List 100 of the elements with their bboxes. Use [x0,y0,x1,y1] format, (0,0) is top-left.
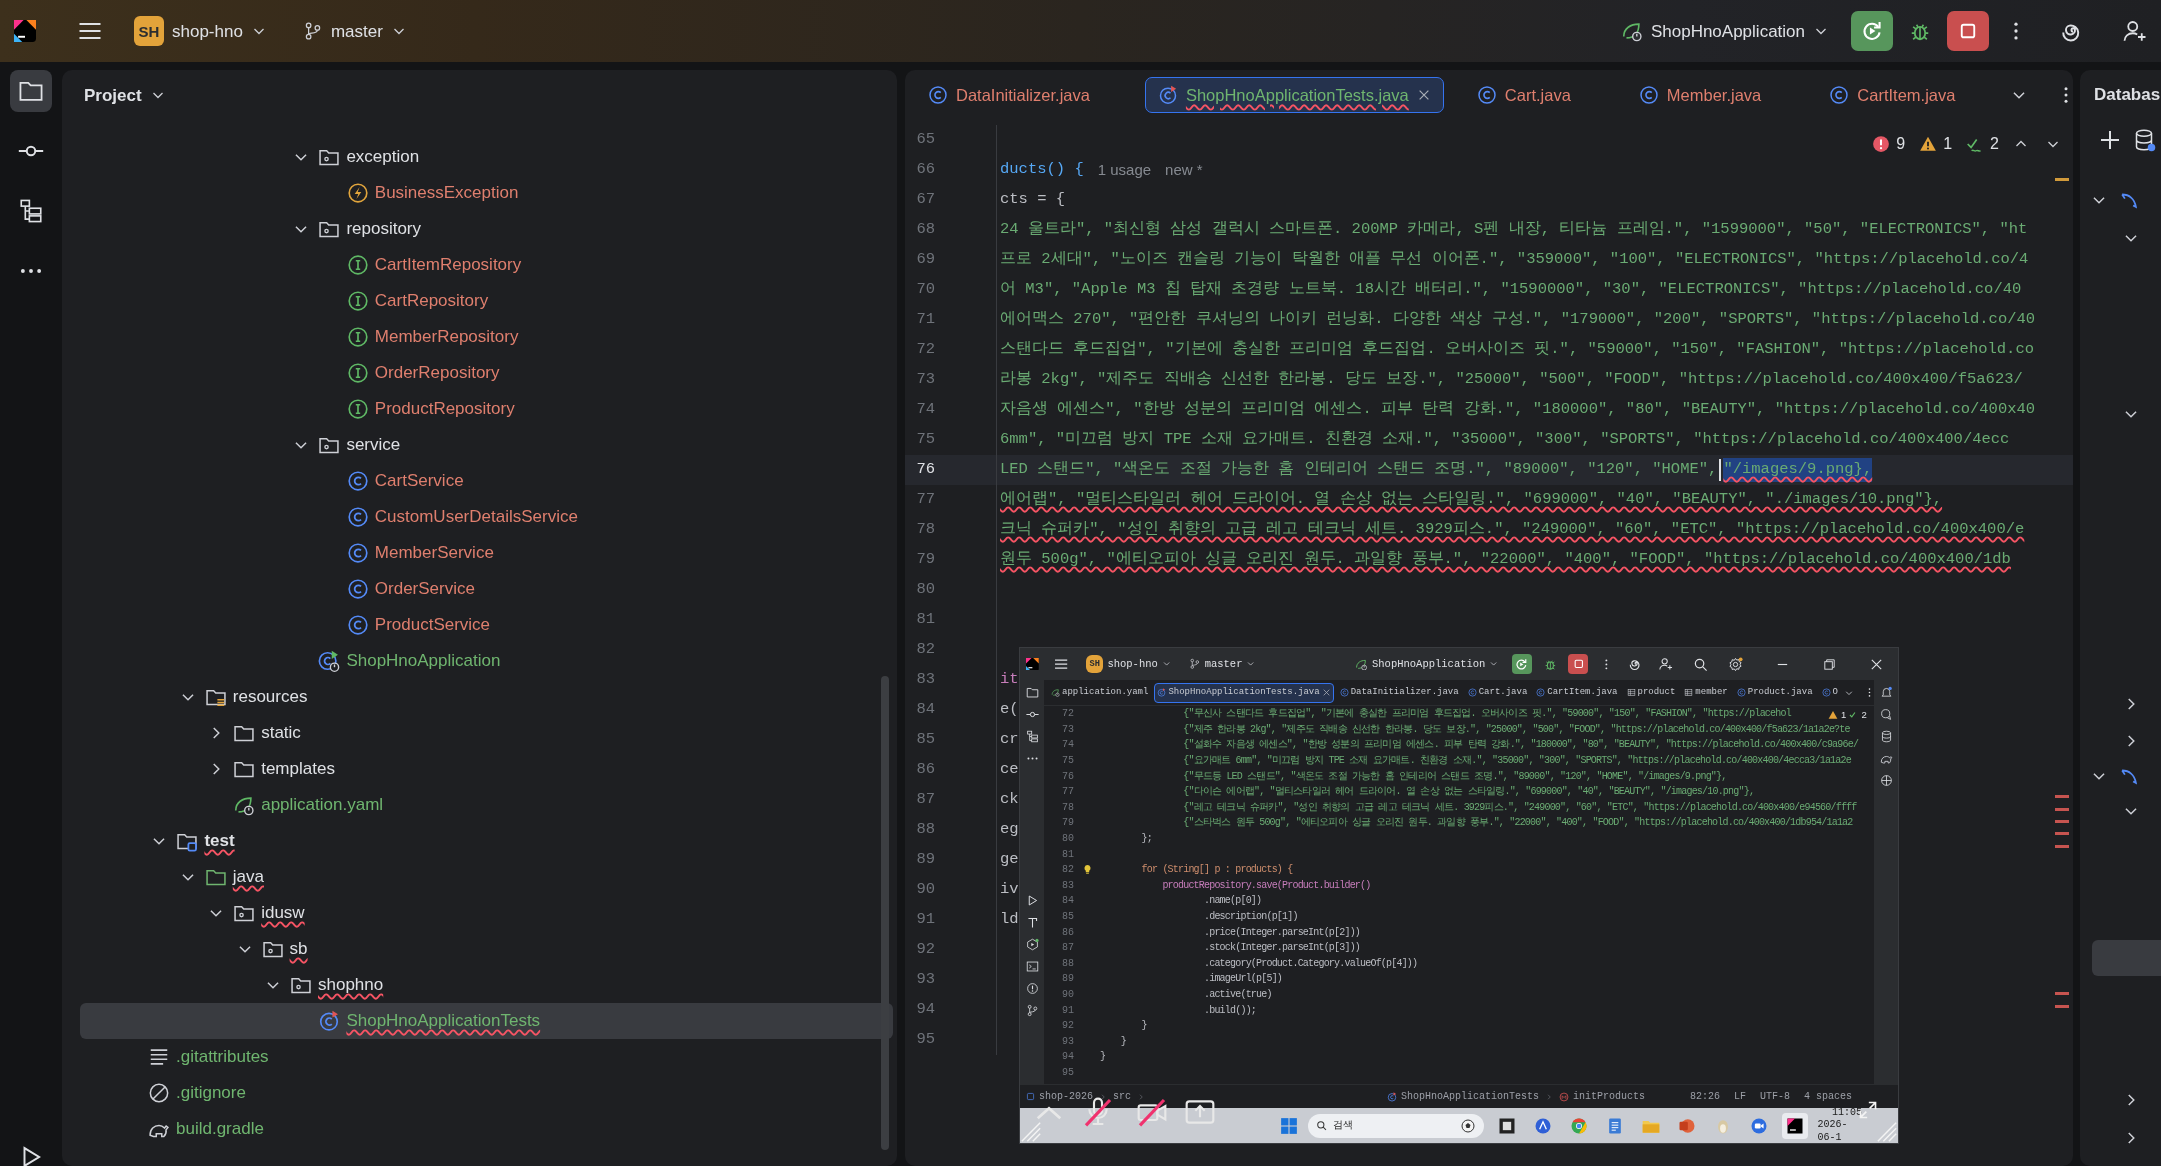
breadcrumb-item[interactable]: src [1113,1089,1132,1104]
terminal-icon[interactable] [1025,960,1039,973]
run-configuration-selector[interactable]: ShopHnoApplication [1612,16,1837,46]
breadcrumb-item[interactable]: shop-2026 [1039,1089,1093,1104]
run-configuration-selector[interactable]: ShopHnoApplication [1352,655,1502,673]
tree-item[interactable]: templates [80,751,893,787]
rerun-button[interactable] [1851,11,1893,51]
branch-selector[interactable]: master [294,17,415,45]
stop-button[interactable] [1947,11,1989,51]
tree-item[interactable]: .gitignore [80,1075,893,1111]
tree-item[interactable]: sb [80,931,893,967]
resize-handle-icon[interactable] [1876,1121,1898,1143]
tree-item[interactable]: repository [80,211,893,247]
stop-button[interactable] [1568,654,1589,674]
tree-item[interactable]: ShopHnoApplication [80,643,893,679]
class-icon [928,85,948,105]
line-number: 78 [915,519,935,541]
interface-icon [346,290,369,312]
tree-item[interactable]: .gitattributes [80,1039,893,1075]
add-user-icon[interactable] [2123,19,2147,43]
line-number: 68 [915,219,935,241]
tree-item[interactable]: service [80,427,893,463]
add-user-icon[interactable] [1659,657,1673,671]
tree-item[interactable]: application.yaml [80,787,893,823]
inspection-count[interactable]: 9 [1896,132,1906,156]
chat-icon[interactable] [1879,708,1893,721]
tree-item[interactable]: BusinessException [80,175,893,211]
branch-icon[interactable] [1025,1004,1039,1017]
search-field[interactable]: 검색 [1308,1113,1484,1138]
close-icon[interactable] [1321,688,1331,697]
restore-icon[interactable] [1822,656,1837,672]
editor-tab[interactable]: DataInitializer.java [1336,682,1462,703]
status-item[interactable]: 4 spaces [1804,1089,1852,1104]
inspection-count[interactable]: 1 [1841,708,1846,723]
editor-tab[interactable]: member [1681,682,1731,703]
settings-icon[interactable] [1728,656,1743,672]
tree-item[interactable]: CustomUserDetailsService [80,499,893,535]
tree-item[interactable]: shophno [80,967,893,1003]
windows-start-icon[interactable] [1280,1116,1298,1135]
tree-item[interactable]: exception [80,139,893,175]
editor-tab[interactable]: Cart.java [1463,77,1584,113]
editor-tab[interactable]: O [1818,682,1841,703]
structure-icon[interactable] [18,198,44,224]
line-number: 85 [1061,910,1074,924]
inspection-count[interactable]: 1 [1943,132,1953,156]
tree-item[interactable]: static [80,715,893,751]
format-icon[interactable] [1025,916,1039,929]
view-mode-dropdown[interactable]: Project [76,82,174,108]
editor-tab[interactable]: application.yaml [1048,682,1152,703]
search-icon[interactable] [1693,656,1708,672]
editor-tab[interactable]: Cart.java [1464,682,1531,703]
workspace-switcher[interactable]: SH shop-hno [1083,653,1175,675]
add-icon[interactable] [2098,128,2122,152]
problems-icon[interactable] [1025,982,1039,995]
tree-item[interactable]: resources [80,679,893,715]
status-item[interactable]: LF [1733,1089,1746,1104]
editor-tab[interactable]: CartItem.java [1533,682,1621,703]
tree-item[interactable]: build.gradle [80,1111,893,1147]
line-number: 87 [1061,941,1074,956]
tree-item[interactable]: idusw [80,895,893,931]
services-icon[interactable] [1025,938,1039,951]
editor-tab[interactable]: Product.java [1733,682,1816,703]
code-line: ce [999,759,1019,781]
line-number: 90 [1061,988,1074,1002]
tree-item[interactable]: test [80,823,893,859]
tree-item[interactable]: CartItemRepository [80,247,893,283]
editor-tab[interactable]: CartItem.java [1816,77,1969,113]
breadcrumb-item[interactable]: ShopHnoApplicationTests [1401,1089,1540,1104]
rerun-button[interactable] [1511,654,1532,674]
tree-item[interactable]: MemberService [80,535,893,571]
tree-item[interactable]: MemberRepository [80,319,893,355]
scrollbar-thumb[interactable] [881,676,889,1150]
tree-item[interactable]: ProductService [80,607,893,643]
editor-tab[interactable]: product [1623,682,1679,703]
plugin-icon[interactable] [1879,774,1893,787]
tree-item[interactable]: OrderService [80,571,893,607]
tree-item[interactable]: CartService [80,463,893,499]
inspection-count[interactable]: 2 [1990,132,1999,156]
resize-handle-icon[interactable] [1020,1121,1042,1143]
status-item[interactable]: UTF-8 [1759,1089,1790,1104]
tree-item[interactable]: CartRepository [80,283,893,319]
usages-hint[interactable]: 1 usage [1097,158,1152,182]
database-icon[interactable] [1879,730,1893,743]
tree-item[interactable]: ShopHnoApplicationTests [80,1003,893,1039]
editor-tab[interactable]: ShopHnoApplicationTests.java [1154,682,1334,703]
editor-tab[interactable]: DataInitializer.java [915,77,1103,113]
workspace-switcher[interactable]: SH shop-hno [126,12,275,50]
tree-item[interactable]: OrderRepository [80,355,893,391]
editor-tab[interactable]: ShopHnoApplicationTests.java [1144,77,1444,113]
line-number: 71 [915,309,935,331]
status-item[interactable]: 82:26 [1689,1089,1720,1104]
tree-item[interactable]: ProductRepository [80,391,893,427]
branch-selector[interactable]: master [1186,656,1259,672]
breadcrumb-item[interactable]: initProducts [1573,1089,1646,1104]
bell-icon[interactable] [1879,686,1893,699]
editor-tab[interactable]: Member.java [1625,77,1775,113]
inspection-count[interactable]: 2 [1861,708,1866,723]
structure-icon[interactable] [1025,730,1039,743]
folder-icon[interactable] [1025,686,1039,699]
tree-item[interactable]: java [80,859,893,895]
